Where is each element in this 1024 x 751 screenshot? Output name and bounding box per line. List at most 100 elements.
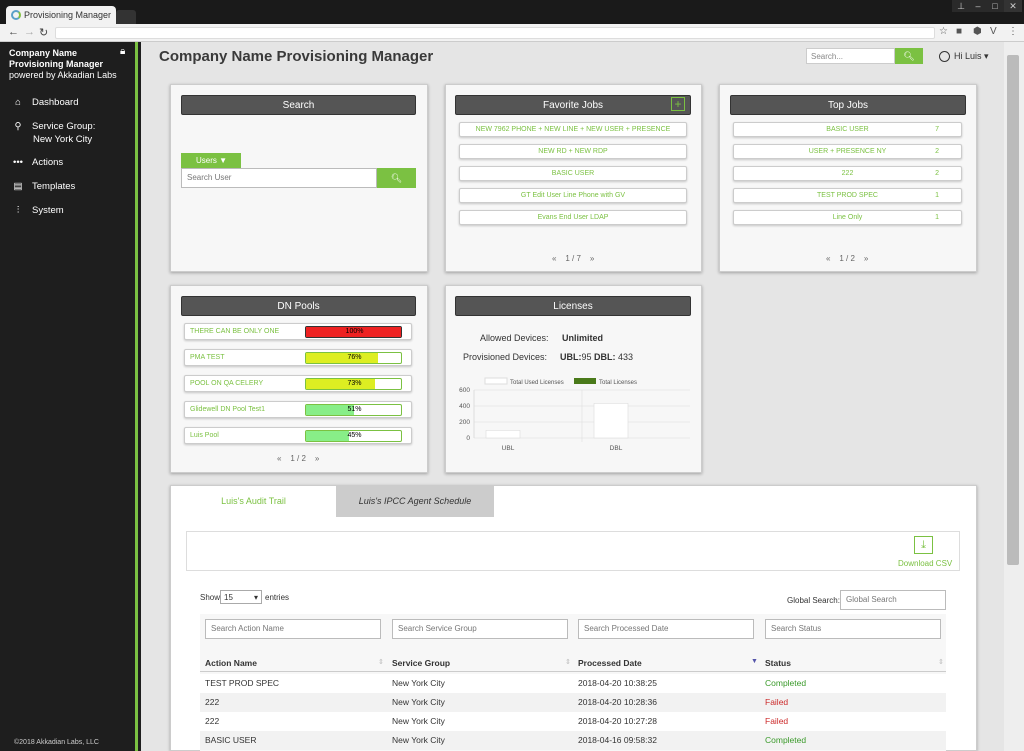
dn-pool-name: Luis Pool [190,432,219,439]
sidebar-item-service-group[interactable]: ⚲ Service Group: New York City [10,121,96,145]
add-favorite-icon[interactable]: + [671,97,685,111]
column-header[interactable]: Action Name [205,658,257,668]
dn-pool-usage-bar: 73% [305,378,402,390]
sliders-icon: ⫶ [16,205,20,216]
dn-pool-usage-bar: 76% [305,352,402,364]
filter-input[interactable]: Search Service Group [392,619,568,639]
toolbar-box [186,531,960,571]
column-header[interactable]: Processed Date [578,658,642,668]
header-search-button[interactable]: 🔍︎ [895,48,923,64]
licenses-title: Licenses [455,296,691,316]
bookmark-star-icon[interactable]: ☆ [939,26,948,37]
scrollbar-thumb[interactable] [1007,55,1019,565]
favorite-job-item[interactable]: GT Edit User Line Phone with GV [459,188,687,203]
favorite-job-item[interactable]: Evans End User LDAP [459,210,687,225]
service-group-cell: New York City [392,716,445,726]
extension-shield-icon[interactable]: ⬢ [973,26,982,37]
top-job-item[interactable]: USER + PRESENCE NY 2 [733,144,962,159]
dn-pool-item[interactable]: PMA TEST 76% [184,349,412,366]
bar-used-dbl [593,403,629,439]
header-search-input[interactable]: Search... [806,48,895,64]
sidebar-item-system[interactable]: ⫶ System [10,205,64,216]
filter-input[interactable]: Search Action Name [205,619,381,639]
favorite-jobs-pager[interactable]: « 1 / 7 » [552,254,594,263]
table-row[interactable] [200,693,946,712]
search-icon: 🔍︎ [903,51,915,61]
dn-pool-name: Glidewell DN Pool Test1 [190,406,265,413]
favorite-job-item[interactable]: NEW 7962 PHONE + NEW LINE + NEW USER + P… [459,122,687,137]
table-row[interactable] [200,712,946,731]
top-job-item[interactable]: Line Only 1 [733,210,962,225]
top-job-item[interactable]: 222 2 [733,166,962,181]
minimize-icon[interactable]: – [969,0,987,12]
user-menu[interactable]: Hi Luis ▾ [939,51,989,63]
top-job-item[interactable]: TEST PROD SPEC 1 [733,188,962,203]
table-row[interactable] [200,731,946,750]
dn-pool-item[interactable]: THERE CAN BE ONLY ONE 100% [184,323,412,340]
menu-icon[interactable]: ⋮ [1008,26,1018,37]
tab-audit-trail[interactable]: Luis's Audit Trail [171,486,336,517]
dn-pool-item[interactable]: Glidewell DN Pool Test1 51% [184,401,412,418]
filter-input[interactable]: Search Processed Date [578,619,754,639]
back-icon[interactable]: ← [8,26,19,38]
filter-input[interactable]: Search Status [765,619,941,639]
service-group-value: New York City [33,134,93,145]
dn-pool-percent: 100% [345,328,364,335]
column-header[interactable]: Service Group [392,658,450,668]
profile-icon[interactable]: ⊥ [952,0,970,12]
dots-icon: ••• [13,157,23,168]
address-bar[interactable] [55,27,935,39]
table-row[interactable] [200,674,946,693]
global-search-input[interactable]: Global Search [840,590,946,610]
provisioned-devices-value: UBL:95 DBL: 433 [560,352,634,362]
sort-icon[interactable]: ⇕ [938,658,944,666]
browser-tab[interactable]: Provisioning Manager [6,6,116,24]
dn-pool-percent: 73% [347,380,362,387]
search-user-button[interactable]: 🔍︎ [377,168,416,188]
top-job-item[interactable]: BASIC USER 7 [733,122,962,137]
user-name: Hi Luis [954,51,982,61]
dn-pools-pager[interactable]: « 1 / 2 » [277,454,319,463]
favorite-job-name: BASIC USER [551,170,595,177]
forward-icon[interactable]: → [24,26,35,38]
close-icon[interactable]: ✕ [1004,0,1022,12]
download-csv-button[interactable]: Download CSV [898,559,952,568]
dn-pool-item[interactable]: Luis Pool 45% [184,427,412,444]
dn-pools-title: DN Pools [181,296,416,316]
sidebar-accent [135,42,138,751]
column-header[interactable]: Status [765,658,791,668]
sort-icon[interactable]: ⇕ [378,658,384,666]
sidebar-item-dashboard[interactable]: ⌂ Dashboard [10,97,78,108]
status-cell: Failed [765,697,789,707]
tab-ipcc-agent-schedule[interactable]: Luis's IPCC Agent Schedule [336,486,494,517]
dn-pool-usage-bar: 100% [305,326,402,338]
top-job-count: 1 [935,214,939,221]
y-tick-label: 0 [466,435,470,442]
new-tab-button[interactable] [116,10,136,24]
search-type-dropdown[interactable]: Users ▼ [181,153,241,168]
service-group-cell: New York City [392,697,445,707]
bar-used-ubl [485,430,521,439]
search-user-input[interactable]: Search User [181,168,377,188]
sort-icon[interactable]: ▼ [751,658,758,665]
dn-pool-item[interactable]: POOL ON QA CELERY 73% [184,375,412,392]
favorite-job-item[interactable]: NEW RD + NEW RDP [459,144,687,159]
favorite-job-item[interactable]: BASIC USER [459,166,687,181]
processed-date-cell: 2018-04-16 09:58:32 [578,735,657,745]
favorite-job-name: NEW RD + NEW RDP [538,148,608,155]
sort-icon[interactable]: ⇕ [565,658,571,666]
sidebar-item-templates[interactable]: ▤ Templates [10,181,76,192]
processed-date-cell: 2018-04-20 10:38:25 [578,678,657,688]
lock-icon[interactable]: 🔒︎ [120,46,125,57]
extension-v-icon[interactable]: V [990,26,997,37]
top-job-count: 7 [935,126,939,133]
reload-icon[interactable]: ↻ [39,26,48,39]
entries-select[interactable]: 15 ▾ [220,590,262,604]
sidebar-item-actions[interactable]: ••• Actions [10,157,63,168]
extension-icon[interactable]: ■ [956,26,962,37]
user-avatar-icon [939,51,950,63]
maximize-icon[interactable]: □ [986,0,1004,12]
download-icon[interactable]: ⤓ [914,536,933,554]
service-group-cell: New York City [392,735,445,745]
top-jobs-pager[interactable]: « 1 / 2 » [826,254,868,263]
